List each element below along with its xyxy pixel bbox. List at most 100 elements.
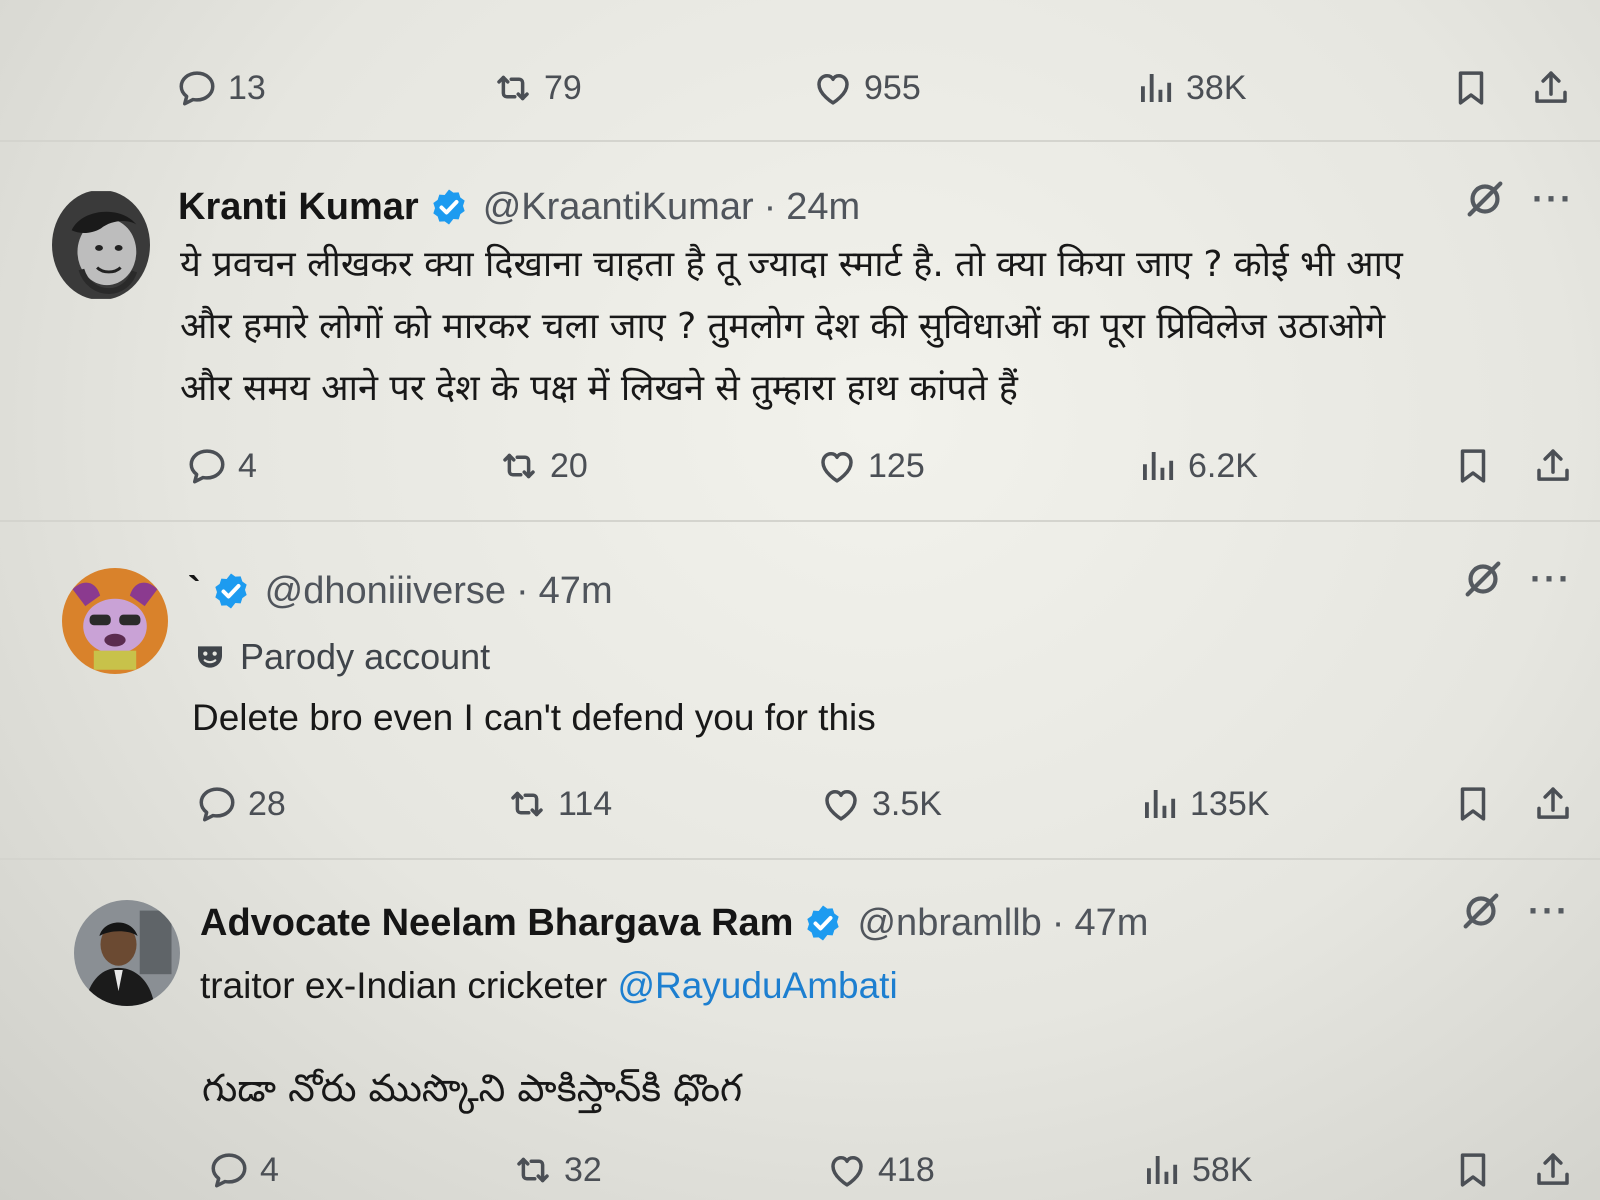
bookmark-icon: [1450, 67, 1492, 109]
bookmark-icon: [1452, 1149, 1494, 1191]
timestamp[interactable]: 47m: [539, 570, 613, 613]
post-corner-actions: ···: [1458, 888, 1570, 934]
display-name[interactable]: Kranti Kumar: [178, 186, 419, 229]
grok-icon[interactable]: [1462, 176, 1508, 222]
heart-icon: [812, 67, 854, 109]
reply-button[interactable]: 4: [186, 436, 257, 496]
repost-button[interactable]: 20: [498, 436, 588, 496]
telugu-text: గుడా నోరు ముస్కొని పాకిస్తాన్‌కి ధొంగ: [202, 1066, 743, 1110]
bookmark-button[interactable]: [1452, 436, 1494, 496]
post-text: traitor ex-Indian cricketer @RayuduAmbat…: [200, 956, 898, 1016]
share-button[interactable]: [1532, 1140, 1574, 1200]
views-button[interactable]: 58K: [1140, 1140, 1253, 1200]
like-button[interactable]: 418: [826, 1140, 935, 1200]
repost-icon: [506, 783, 548, 825]
timestamp[interactable]: 24m: [786, 186, 860, 229]
views-count: 135K: [1190, 784, 1270, 823]
share-icon: [1532, 445, 1574, 487]
share-icon: [1532, 1149, 1574, 1191]
like-count: 125: [868, 446, 925, 485]
avatar-cartoon: [62, 568, 168, 674]
divider: [0, 858, 1600, 860]
views-button[interactable]: 38K: [1134, 58, 1247, 118]
post-corner-actions: ···: [1462, 176, 1574, 222]
share-icon: [1530, 67, 1572, 109]
post-action-bar: 28 114 3.5K 135K: [0, 774, 1600, 834]
repost-count: 32: [564, 1150, 602, 1189]
post-action-bar: 4 20 125 6.2K: [0, 436, 1600, 496]
reply-icon: [186, 445, 228, 487]
reply-icon: [196, 783, 238, 825]
reply-count: 28: [248, 784, 286, 823]
post-text-prefix: traitor ex-Indian cricketer: [200, 965, 608, 1006]
reply-count: 13: [228, 68, 266, 107]
reply-count: 4: [260, 1150, 279, 1189]
like-count: 955: [864, 68, 921, 107]
like-button[interactable]: 3.5K: [820, 774, 942, 834]
verified-badge-icon: [803, 903, 843, 943]
avatar[interactable]: [62, 568, 168, 674]
mention-link[interactable]: @RayuduAmbati: [617, 965, 897, 1006]
bookmark-button[interactable]: [1452, 1140, 1494, 1200]
post-action-bar: 4 32 418 58K: [0, 1140, 1600, 1200]
views-icon: [1134, 67, 1176, 109]
reply-count: 4: [238, 446, 257, 485]
reply-button[interactable]: 28: [196, 774, 286, 834]
repost-count: 114: [558, 784, 613, 823]
grok-icon[interactable]: [1458, 888, 1504, 934]
like-count: 3.5K: [872, 784, 942, 823]
repost-count: 20: [550, 446, 588, 485]
avatar-photo: [74, 900, 180, 1006]
grok-icon[interactable]: [1460, 556, 1506, 602]
bookmark-icon: [1452, 783, 1494, 825]
avatar[interactable]: [74, 900, 180, 1006]
avatar-photo: [52, 191, 150, 299]
post-text-line: ये प्रवचन लीखकर क्या दिखाना चाहता है तू …: [180, 244, 1403, 285]
like-count: 418: [878, 1150, 935, 1189]
share-button[interactable]: [1530, 58, 1572, 118]
parody-label-text: Parody account: [240, 636, 491, 677]
parody-label: Parody account: [194, 632, 490, 682]
separator: ·: [516, 569, 529, 612]
screen: 13 79 955 38K Kranti Kumar @KraantiKumar…: [0, 0, 1600, 1200]
reply-icon: [208, 1149, 250, 1191]
like-button[interactable]: 125: [816, 436, 925, 496]
post-text-line: और हमारे लोगों को मारकर चला जाए ? तुमलोग…: [180, 306, 1386, 347]
reply-button[interactable]: 4: [208, 1140, 279, 1200]
more-icon[interactable]: ···: [1532, 181, 1574, 217]
reply-button[interactable]: 13: [176, 58, 266, 118]
verified-badge-icon: [429, 187, 469, 227]
more-icon[interactable]: ···: [1528, 893, 1570, 929]
bookmark-button[interactable]: [1452, 774, 1494, 834]
avatar[interactable]: [52, 190, 150, 300]
divider: [0, 520, 1600, 522]
parody-mask-icon: [194, 641, 226, 673]
views-button[interactable]: 135K: [1138, 774, 1269, 834]
display-name[interactable]: `: [188, 570, 201, 613]
handle[interactable]: @KraantiKumar: [483, 186, 754, 229]
post-text: Delete bro even I can't defend you for t…: [192, 697, 876, 738]
reply-icon: [176, 67, 218, 109]
like-button[interactable]: 955: [812, 58, 921, 118]
repost-button[interactable]: 32: [512, 1140, 602, 1200]
views-count: 38K: [1186, 68, 1247, 107]
separator: ·: [763, 185, 777, 228]
repost-button[interactable]: 114: [506, 774, 612, 834]
repost-icon: [498, 445, 540, 487]
post-text: ये प्रवचन लीखकर क्या दिखाना चाहता है तू …: [180, 234, 1403, 420]
heart-icon: [820, 783, 862, 825]
bookmark-button[interactable]: [1450, 58, 1492, 118]
more-icon[interactable]: ···: [1530, 561, 1572, 597]
repost-button[interactable]: 79: [492, 58, 582, 118]
handle[interactable]: @dhoniiiverse: [265, 570, 506, 613]
views-button[interactable]: 6.2K: [1136, 436, 1258, 496]
handle[interactable]: @nbramllb: [857, 902, 1041, 945]
post-action-bar: 13 79 955 38K: [0, 58, 1600, 118]
timestamp[interactable]: 47m: [1074, 902, 1148, 945]
post-header: ` @dhoniiiverse · 47m: [188, 564, 613, 618]
repost-icon: [492, 67, 534, 109]
display-name[interactable]: Advocate Neelam Bhargava Ram: [200, 902, 793, 945]
share-button[interactable]: [1532, 436, 1574, 496]
share-button[interactable]: [1532, 774, 1574, 834]
verified-badge-icon: [211, 571, 251, 611]
